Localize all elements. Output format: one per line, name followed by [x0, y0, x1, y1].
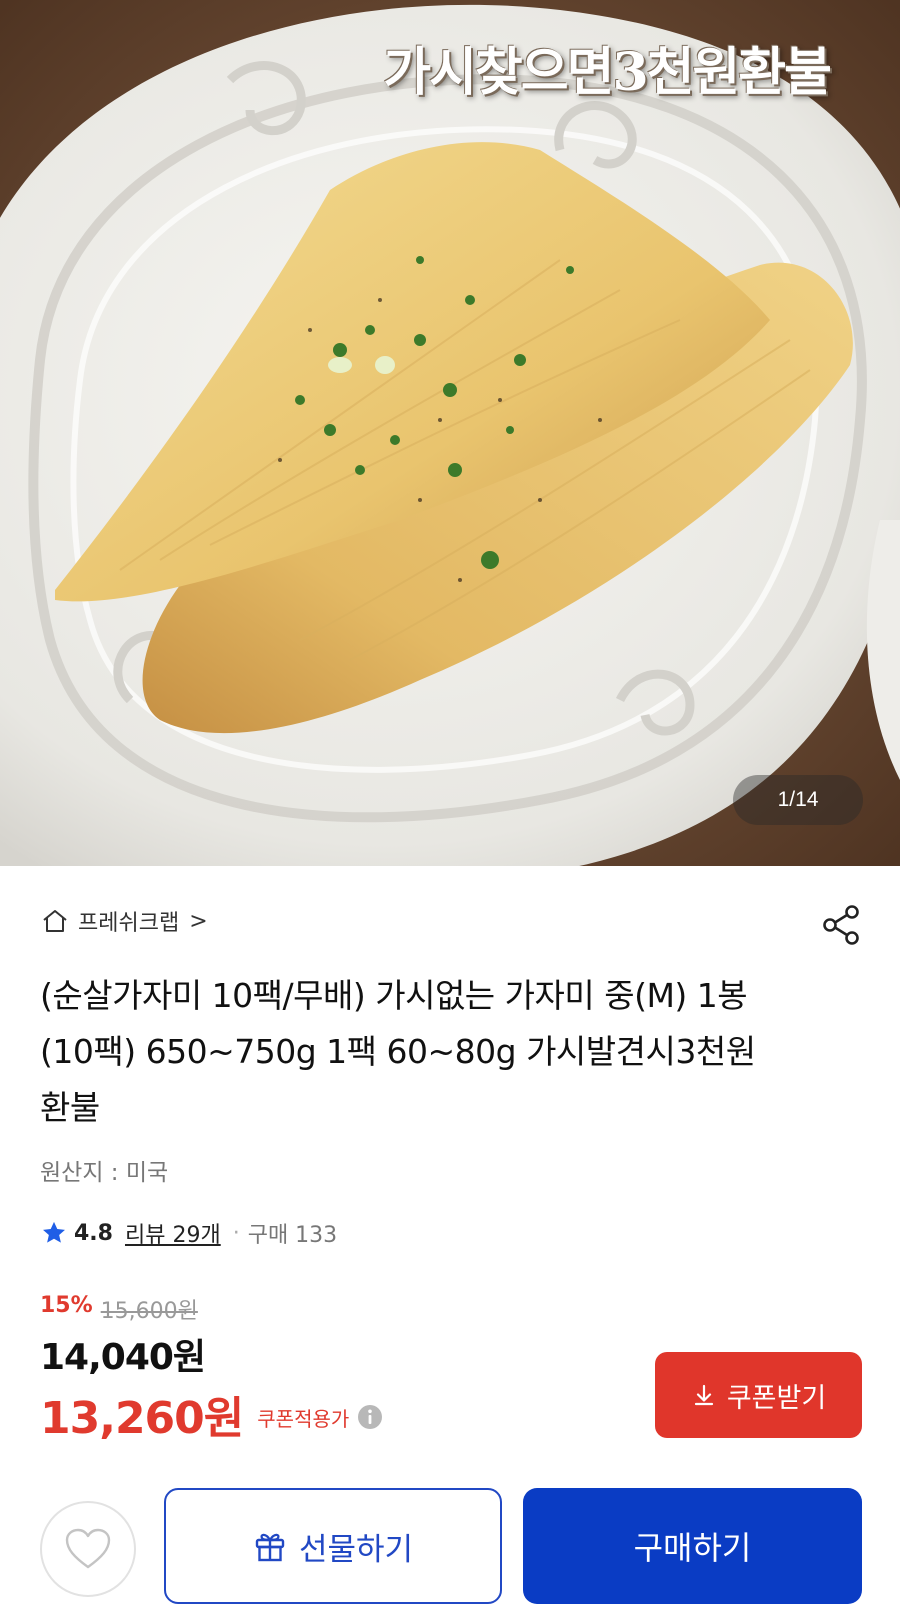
purchase-count: 구매 133: [247, 1223, 338, 1248]
product-title: (순살가자미 10팩/무배) 가시없는 가자미 중(M) 1봉(10팩) 650…: [40, 976, 756, 1127]
gift-icon: [255, 1533, 285, 1562]
fish-on-plate-illustration: [0, 0, 900, 866]
wishlist-button[interactable]: [40, 1501, 136, 1597]
review-count-link[interactable]: 리뷰 29개: [125, 1217, 221, 1249]
coupon-price: 13,260원: [40, 1393, 244, 1444]
original-price: 15,600원: [100, 1299, 198, 1324]
store-link[interactable]: 프레쉬크랩 >: [40, 905, 208, 937]
heart-icon: [65, 1528, 111, 1569]
sale-price: 14,040원: [40, 1337, 206, 1378]
coupon-price-row: 13,260원 쿠폰적용가: [40, 1382, 383, 1446]
gift-button[interactable]: 선물하기: [164, 1488, 502, 1604]
home-icon: [40, 906, 70, 936]
product-image[interactable]: 가시찾으면3천원환불 1/14: [0, 0, 900, 866]
rating-row: 4.8 리뷰 29개 · 구매 133: [40, 1217, 337, 1249]
image-page-indicator: 1/14: [733, 775, 863, 825]
origin-info: 원산지 : 미국: [40, 1160, 169, 1186]
share-button[interactable]: [818, 902, 864, 948]
rating-value: 4.8: [74, 1220, 113, 1246]
share-icon: [823, 905, 859, 945]
star-icon: [43, 1221, 65, 1243]
chevron-right-icon: >: [189, 908, 208, 934]
gift-button-label: 선물하기: [298, 1531, 414, 1567]
coupon-download-button[interactable]: 쿠폰받기: [655, 1352, 862, 1438]
coupon-button-label: 쿠폰받기: [726, 1382, 827, 1413]
store-name: 프레쉬크랩: [78, 911, 180, 936]
hero-overlay-text: 가시찾으면3천원환불: [383, 42, 832, 103]
buy-button[interactable]: 구매하기: [523, 1488, 862, 1604]
download-icon: [694, 1384, 713, 1406]
buy-button-label: 구매하기: [633, 1530, 752, 1566]
discount-row: 15% 15,600원: [40, 1293, 198, 1325]
discount-rate: 15%: [40, 1293, 93, 1318]
coupon-price-note: 쿠폰적용가: [257, 1406, 350, 1431]
separator-dot: ·: [232, 1220, 240, 1246]
info-icon[interactable]: [357, 1404, 383, 1430]
